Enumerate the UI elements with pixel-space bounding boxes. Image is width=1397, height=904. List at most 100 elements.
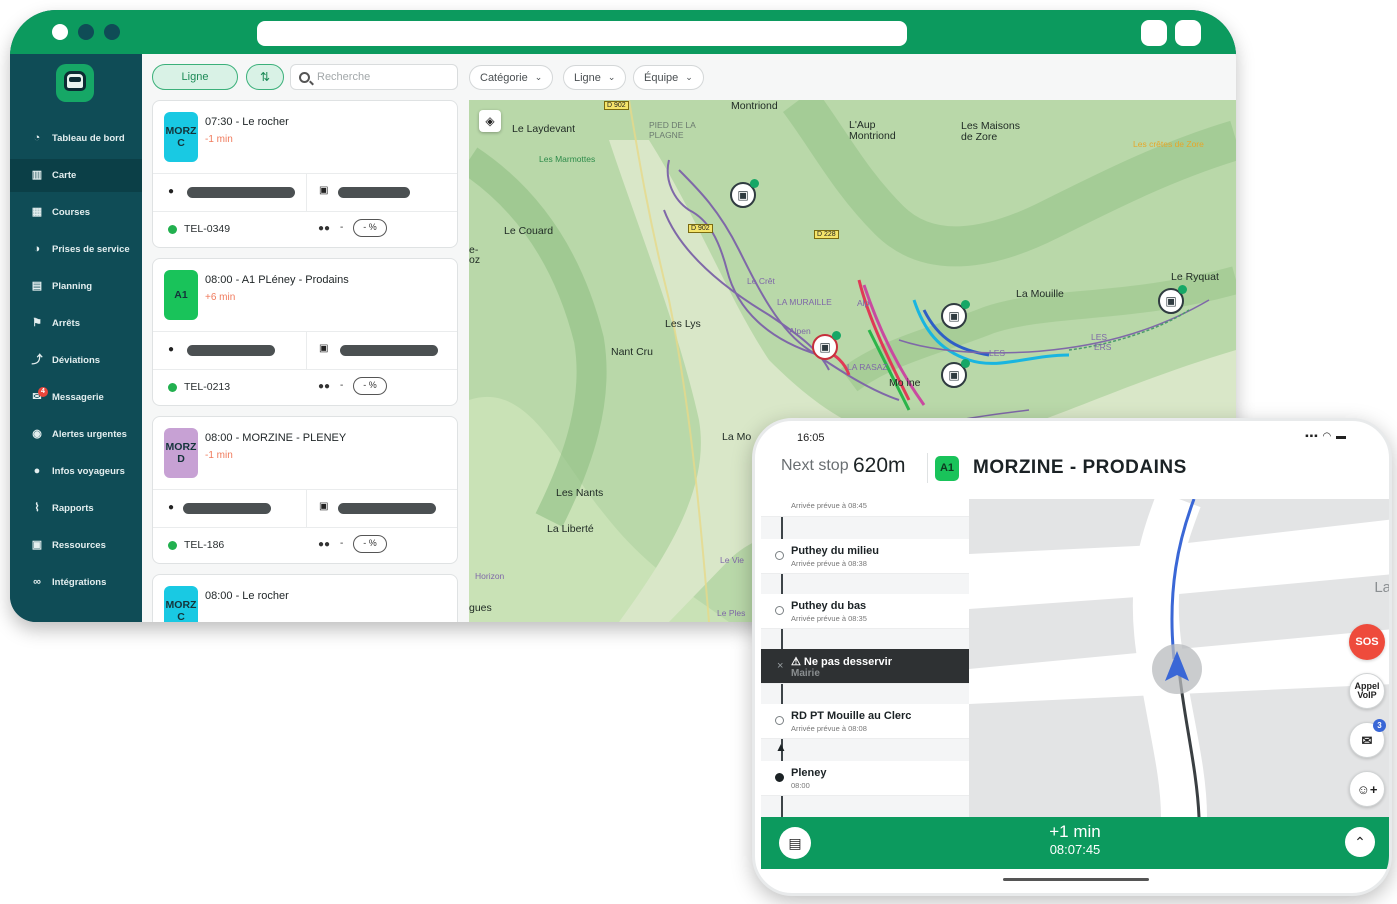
sidebar-item-label: Intégrations xyxy=(52,577,107,588)
stop-eta: 08:00 xyxy=(791,781,810,790)
stop-name: Puthey du milieu xyxy=(791,545,880,557)
category-dropdown[interactable]: Catégorie ⌄ xyxy=(469,65,554,90)
trip-title: 08:00 - Le rocher xyxy=(205,590,289,602)
place-label: Le Couard xyxy=(504,225,554,237)
sos-button[interactable]: SOS xyxy=(1349,624,1385,660)
next-stop-distance: 620m xyxy=(853,454,906,477)
bus-marker[interactable]: ▣ xyxy=(812,331,841,360)
occupancy-badge: - % xyxy=(353,377,387,395)
bus-marker[interactable]: ▣ xyxy=(1158,285,1187,314)
place-label: Alp xyxy=(857,298,870,308)
sidebar-item-tableau-de-bord[interactable]: ◔ Tableau de bord xyxy=(10,122,142,155)
line-badge: MORZ C xyxy=(164,586,198,622)
sidebar-item-carte[interactable]: ▥ Carte xyxy=(10,159,142,192)
team-dropdown[interactable]: Équipe ⌄ xyxy=(633,65,704,90)
divider xyxy=(153,331,457,332)
bus-marker[interactable]: ▣ xyxy=(730,179,759,208)
sidebar-item-integrations[interactable]: ∞ Intégrations xyxy=(10,566,142,599)
link-icon: ∞ xyxy=(33,576,41,588)
place-label: Le Ples xyxy=(717,608,746,618)
sidebar-item-label: Déviations xyxy=(52,355,101,366)
sidebar-item-label: Rapports xyxy=(52,503,94,514)
stop-eta: Arrivée prévue à 08:38 xyxy=(791,559,867,568)
stop-name: Pleney xyxy=(791,767,827,779)
navigation-map[interactable]: La SOS Appel VoIP ✉ 3 ☺+ xyxy=(969,499,1389,817)
place-label: Mo ine xyxy=(889,377,921,389)
place-label: e- oz xyxy=(469,244,481,266)
address-bar[interactable] xyxy=(257,21,907,46)
bus-icon: ▣ xyxy=(948,309,960,323)
place-label: ERS xyxy=(1094,342,1112,352)
stop-marker-icon xyxy=(775,716,784,725)
passengers-icon: ●● xyxy=(318,381,331,392)
stop-item[interactable]: Puthey du bas Arrivée prévue à 08:35 xyxy=(761,594,969,629)
place-label: Les crêtes de Zore xyxy=(1133,139,1204,149)
layers-button[interactable]: ◈ xyxy=(479,110,501,132)
passenger-count: - xyxy=(340,380,344,391)
messages-button[interactable]: ✉ 3 xyxy=(1349,719,1386,758)
driver-name-placeholder xyxy=(183,503,271,514)
trip-card[interactable]: A1 08:00 - A1 PLéney - Prodains +6 min ●… xyxy=(152,258,458,406)
search-placeholder: Recherche xyxy=(317,71,371,83)
sidebar-item-prises-de-service[interactable]: ◑ Prises de service xyxy=(10,233,142,266)
map-icon: ▥ xyxy=(31,169,43,181)
window-dot-icon[interactable] xyxy=(52,24,68,40)
trip-card[interactable]: MORZ D 08:00 - MORZINE - PLENEY -1 min ●… xyxy=(152,416,458,564)
stop-item[interactable]: Pleney 08:00 xyxy=(761,761,969,796)
app-logo[interactable] xyxy=(56,64,94,102)
occupancy-badge: - % xyxy=(353,219,387,237)
window-button[interactable] xyxy=(1141,20,1167,46)
dropdown-label: Équipe xyxy=(644,71,679,84)
sidebar-item-messagerie[interactable]: ✉ Messagerie 4 xyxy=(10,381,142,414)
sort-button[interactable]: ⇅ xyxy=(246,64,284,90)
delay-value: +1 min xyxy=(1049,822,1101,841)
vehicle-id: TEL-0349 xyxy=(184,223,231,235)
window-button[interactable] xyxy=(1175,20,1201,46)
stop-item[interactable]: Arrivée prévue à 08:45 xyxy=(761,499,969,517)
add-user-icon: ☺+ xyxy=(1356,781,1378,797)
line-dropdown[interactable]: Ligne ⌄ xyxy=(563,65,627,90)
sidebar-item-deviations[interactable]: ⤴ Déviations xyxy=(10,344,142,377)
sidebar-item-infos-voyageurs[interactable]: ● Infos voyageurs xyxy=(10,455,142,488)
trip-footer: ▤ +1 min 08:07:45 ⌃ xyxy=(761,817,1389,869)
trip-card[interactable]: MORZ C 08:00 - Le rocher xyxy=(152,574,458,622)
bus-marker[interactable]: ▣ xyxy=(941,300,970,329)
add-passenger-button[interactable]: ☺+ xyxy=(1349,771,1385,807)
bus-icon: ▣ xyxy=(819,340,831,354)
line-chart-icon: ⌇ xyxy=(34,502,40,514)
driver-name-placeholder xyxy=(187,187,295,198)
trip-card[interactable]: MORZ C 07:30 - Le rocher -1 min ● ▣ TEL-… xyxy=(152,100,458,248)
stage: ◔ Tableau de bord ▥ Carte ▦ Courses ◑ Prises… xyxy=(0,0,1397,904)
sidebar-item-rapports[interactable]: ⌇ Rapports xyxy=(10,492,142,525)
sidebar-item-planning[interactable]: ▤ Planning xyxy=(10,270,142,303)
voip-call-button[interactable]: Appel VoIP xyxy=(1349,673,1385,709)
current-clock: 08:07:45 xyxy=(1049,842,1101,857)
briefcase-icon: ▣ xyxy=(31,539,43,551)
status-dot xyxy=(961,359,970,368)
calendar-icon: ▦ xyxy=(31,206,43,218)
window-dot-icon[interactable] xyxy=(104,24,120,40)
unread-badge: 3 xyxy=(1373,719,1386,732)
vehicle-placeholder xyxy=(338,187,410,198)
place-label: Les Marmottes xyxy=(539,154,596,164)
window-dot-icon[interactable] xyxy=(78,24,94,40)
sidebar-item-label: Tableau de bord xyxy=(52,133,125,144)
dropdown-label: Catégorie xyxy=(480,71,528,84)
stop-item[interactable]: RD PT Mouille au Clerc Arrivée prévue à … xyxy=(761,704,969,739)
trip-title: 08:00 - A1 PLéney - Prodains xyxy=(205,274,349,286)
driver-name-placeholder xyxy=(187,345,275,356)
search-input[interactable]: Recherche xyxy=(290,64,458,90)
chart-pie-icon: ◔ xyxy=(33,132,41,144)
vehicle-placeholder xyxy=(340,345,438,356)
sidebar-item-label: Infos voyageurs xyxy=(52,466,125,477)
sidebar-item-arrets[interactable]: ⚑ Arrêts xyxy=(10,307,142,340)
expand-button[interactable]: ⌃ xyxy=(1345,827,1375,857)
sidebar-item-alertes-urgentes[interactable]: ◉ Alertes urgentes xyxy=(10,418,142,451)
sort-icon: ⇅ xyxy=(259,70,271,84)
bus-marker[interactable]: ▣ xyxy=(941,359,970,388)
sidebar-item-courses[interactable]: ▦ Courses xyxy=(10,196,142,229)
skipped-stop-item[interactable]: × ⚠ Ne pas desservir Mairie xyxy=(761,649,969,684)
sidebar-item-ressources[interactable]: ▣ Ressources xyxy=(10,529,142,562)
stop-item[interactable]: Puthey du milieu Arrivée prévue à 08:38 xyxy=(761,539,969,574)
line-toggle-button[interactable]: Ligne xyxy=(152,64,238,90)
